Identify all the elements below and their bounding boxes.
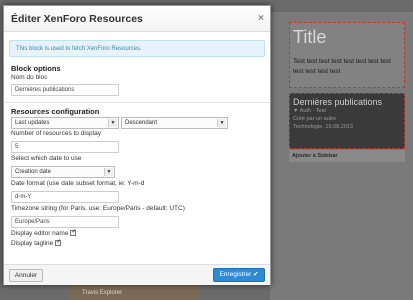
count-input[interactable]: 5 xyxy=(11,141,119,153)
background-image-caption: Travis Explorer xyxy=(82,290,123,296)
order-select[interactable]: Last updates ▼ xyxy=(11,117,119,129)
tagline-option: Display tagline xyxy=(11,238,61,247)
block-name-label: Nom du bloc xyxy=(11,74,48,81)
direction-select-value: Descendant xyxy=(125,120,158,126)
date-label: Select which date to use xyxy=(11,155,82,162)
background-publications-widget: Dernières publications ▼ Auth · Test Cré… xyxy=(289,93,405,149)
date-select[interactable]: Creation date ▼ xyxy=(11,166,115,178)
dialog-footer: Annuler Enregistrer ✔ xyxy=(4,264,270,285)
close-icon[interactable]: × xyxy=(258,13,264,24)
background-title-widget: Title Test test test test test test test… xyxy=(289,22,405,88)
chevron-down-icon: ▼ xyxy=(217,119,226,127)
background-publications-title: Dernières publications xyxy=(293,97,383,107)
timezone-label: Timezone string (for Paris, use: Europe/… xyxy=(11,205,185,212)
tagline-checkbox[interactable] xyxy=(55,238,61,247)
add-to-sidebar-button: Ajouter à Sidebar xyxy=(289,150,405,162)
background-publication-line: ▼ Auth · Test xyxy=(293,108,326,114)
save-button[interactable]: Enregistrer ✔ xyxy=(213,268,265,282)
cancel-button[interactable]: Annuler xyxy=(9,269,43,282)
background-widget-title: Title xyxy=(293,27,327,47)
editor-option: Display editor name xyxy=(11,228,76,237)
tagline-label: Display tagline xyxy=(11,240,54,247)
background-widget-text: Test test test test test test test test … xyxy=(293,58,391,75)
chevron-down-icon: ▼ xyxy=(108,119,117,127)
block-name-input[interactable]: Dernières publications xyxy=(11,84,119,96)
direction-select[interactable]: Descendant ▼ xyxy=(121,117,228,129)
info-message: This block is used to fetch XenForo Reso… xyxy=(9,40,265,57)
date-format-label: Date format (use date subset format, ie:… xyxy=(11,180,145,187)
dialog-title: Éditer XenForo Resources xyxy=(11,13,143,25)
editor-checkbox[interactable] xyxy=(70,228,76,237)
editor-label: Display editor name xyxy=(11,230,69,237)
edit-block-dialog: Éditer XenForo Resources × This block is… xyxy=(3,5,271,285)
section-divider xyxy=(4,102,270,103)
background-publication-line: Créé par un autre xyxy=(293,116,337,122)
background-publication-line: Technologie, 19.08.2013 xyxy=(293,124,353,130)
timezone-input[interactable]: Europe/Paris xyxy=(11,216,119,228)
date-format-input[interactable]: d-m-Y xyxy=(11,191,119,203)
dialog-header: Éditer XenForo Resources × xyxy=(4,6,270,32)
count-label: Number of resources to display xyxy=(11,130,101,137)
resources-config-heading: Resources configuration xyxy=(11,107,100,116)
order-select-value: Last updates xyxy=(15,120,50,126)
chevron-down-icon: ▼ xyxy=(104,168,113,176)
block-options-heading: Block options xyxy=(11,64,61,73)
date-select-value: Creation date xyxy=(15,169,52,175)
